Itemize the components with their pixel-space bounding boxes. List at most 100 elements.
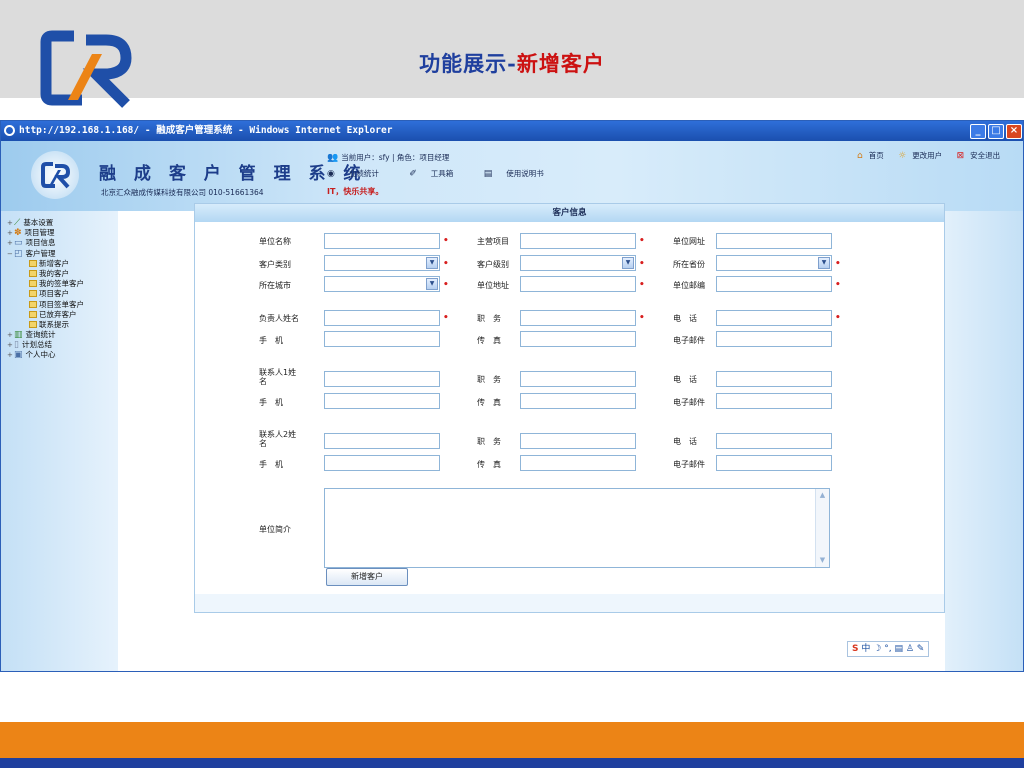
sidebar-item-project-info[interactable]: +▭ 项目信息: [7, 238, 117, 248]
required-marker: •: [835, 259, 841, 269]
required-marker: •: [443, 236, 449, 246]
tool-link-stats[interactable]: ◉ 业绩统计: [327, 169, 393, 179]
sidebar-item-project-customers[interactable]: 项目客户: [7, 289, 117, 299]
intro-textarea[interactable]: ▲ ▼: [324, 488, 830, 568]
sidebar-item-personal-center[interactable]: +▣ 个人中心: [7, 350, 117, 360]
contact2-fax-input[interactable]: [520, 455, 636, 471]
change-user-link[interactable]: ☼ 更改用户: [898, 151, 948, 161]
contact2-name-label: 联系人2姓名: [259, 430, 297, 448]
contact1-position-input[interactable]: [520, 371, 636, 387]
maximize-button[interactable]: □: [988, 124, 1004, 139]
textarea-scrollbar[interactable]: ▲ ▼: [815, 489, 829, 567]
manager-name-input[interactable]: [324, 310, 440, 326]
sidebar-item-basic-settings[interactable]: +⟋ 基本设置: [7, 218, 117, 228]
unit-address-input[interactable]: [520, 276, 636, 292]
customer-type-select[interactable]: ▼: [324, 255, 440, 271]
manager-phone-input[interactable]: [716, 310, 832, 326]
contact2-mobile-input[interactable]: [324, 455, 440, 471]
sidebar-item-project-management[interactable]: +✽ 项目管理: [7, 228, 117, 238]
contact1-fax-input[interactable]: [520, 393, 636, 409]
manager-mobile-label: 手 机: [259, 336, 283, 345]
sidebar-item-label: 项目管理: [24, 228, 55, 238]
contact1-mobile-input[interactable]: [324, 393, 440, 409]
contact1-position-label: 职 务: [477, 375, 501, 384]
required-marker: •: [639, 236, 645, 246]
scroll-up-icon[interactable]: ▲: [817, 490, 828, 501]
sidebar-item-plan-summary[interactable]: +▯ 计划总结: [7, 340, 117, 350]
gear-icon: ✽: [14, 228, 22, 239]
minimize-button[interactable]: _: [970, 124, 986, 139]
manager-mobile-input[interactable]: [324, 331, 440, 347]
page-icon: [29, 300, 37, 308]
sidebar-item-label: 基本设置: [23, 218, 54, 227]
unit-name-label: 单位名称: [259, 237, 291, 246]
section-title: 客户信息: [195, 204, 944, 222]
sidebar-item-label: 联系提示: [39, 319, 69, 329]
unit-name-input[interactable]: [324, 233, 440, 249]
city-label: 所在城市: [259, 281, 291, 290]
sidebar-tree: +⟋ 基本设置 +✽ 项目管理 +▭ 项目信息 −◰ 客户管理 新增客户 我的客户 我的…: [7, 218, 117, 361]
add-customer-button[interactable]: 新增客户: [326, 568, 408, 586]
wrench-icon: ✐: [409, 169, 417, 179]
contact2-email-label: 电子邮件: [673, 460, 705, 469]
logout-link[interactable]: ⊠ 安全退出: [957, 151, 1007, 161]
contact2-position-input[interactable]: [520, 433, 636, 449]
manager-position-input[interactable]: [520, 310, 636, 326]
required-marker: •: [639, 280, 645, 290]
contact2-phone-input[interactable]: [716, 433, 832, 449]
sidebar-item-abandoned-customers[interactable]: 已放弃客户: [7, 310, 117, 320]
city-select[interactable]: ▼: [324, 276, 440, 292]
unit-email-input[interactable]: [716, 276, 832, 292]
customer-level-select[interactable]: ▼: [520, 255, 636, 271]
province-select[interactable]: ▼: [716, 255, 832, 271]
contact2-email-input[interactable]: [716, 455, 832, 471]
sidebar-item-my-signed-customers[interactable]: 我的签单客户: [7, 279, 117, 289]
unit-website-input[interactable]: [716, 233, 832, 249]
change-user-link-label: 更改用户: [912, 151, 943, 160]
contact1-phone-input[interactable]: [716, 371, 832, 387]
customer-type-label: 客户类别: [259, 260, 291, 269]
manager-fax-input[interactable]: [520, 331, 636, 347]
chevron-down-icon: ▼: [426, 278, 438, 290]
contact1-fax-label: 传 真: [477, 398, 501, 407]
sidebar-item-query-stats[interactable]: +▥ 查询统计: [7, 330, 117, 340]
sidebar-item-contact-reminder[interactable]: 联系提示: [7, 320, 117, 330]
change-user-icon: ☼: [898, 151, 907, 161]
contact2-position-label: 职 务: [477, 437, 501, 446]
contact2-mobile-label: 手 机: [259, 460, 283, 469]
contact2-fax-label: 传 真: [477, 460, 501, 469]
page-icon: [29, 269, 37, 277]
unit-email-label: 单位邮编: [673, 281, 705, 290]
sidebar-item-customer-management[interactable]: −◰ 客户管理: [7, 249, 117, 259]
page-icon: [29, 310, 37, 318]
intro-label: 单位简介: [259, 525, 291, 534]
unit-website-label: 单位网址: [673, 237, 705, 246]
home-link[interactable]: ⌂ 首页: [857, 151, 890, 161]
sidebar-item-project-signed-customers[interactable]: 项目签单客户: [7, 300, 117, 310]
contact1-name-input[interactable]: [324, 371, 440, 387]
scroll-down-icon[interactable]: ▼: [817, 555, 828, 566]
slide-title: 功能展示-新增客户: [0, 48, 1024, 78]
sidebar-item-label: 我的签单客户: [39, 279, 84, 289]
tool-link-manual[interactable]: ▤ 使用说明书: [484, 169, 558, 179]
user-icon: 👥: [327, 153, 339, 163]
contact1-mobile-label: 手 机: [259, 398, 283, 407]
required-marker: •: [835, 313, 841, 323]
contact2-name-input[interactable]: [324, 433, 440, 449]
tool-link-toolbox[interactable]: ✐ 工具箱: [409, 169, 467, 179]
main-project-input[interactable]: [520, 233, 636, 249]
logout-link-label: 安全退出: [970, 151, 1001, 160]
sidebar-item-my-customers[interactable]: 我的客户: [7, 269, 117, 279]
contact1-email-input[interactable]: [716, 393, 832, 409]
monitor-icon: ▭: [14, 238, 23, 249]
manager-email-input[interactable]: [716, 331, 832, 347]
sidebar-item-label: 客户管理: [25, 248, 56, 258]
home-link-label: 首页: [868, 151, 884, 160]
required-marker: •: [639, 313, 645, 323]
browser-window: http://192.168.1.168/ - 融成客户管理系统 - Windo…: [0, 120, 1024, 672]
close-button[interactable]: ×: [1006, 124, 1022, 139]
customer-level-label: 客户级别: [477, 260, 509, 269]
page-icon: [29, 320, 37, 328]
ime-status-toolbar[interactable]: S 中 ☽ °, ▤ ♙ ✎: [847, 641, 930, 657]
sidebar-item-new-customer[interactable]: 新增客户: [7, 259, 117, 269]
